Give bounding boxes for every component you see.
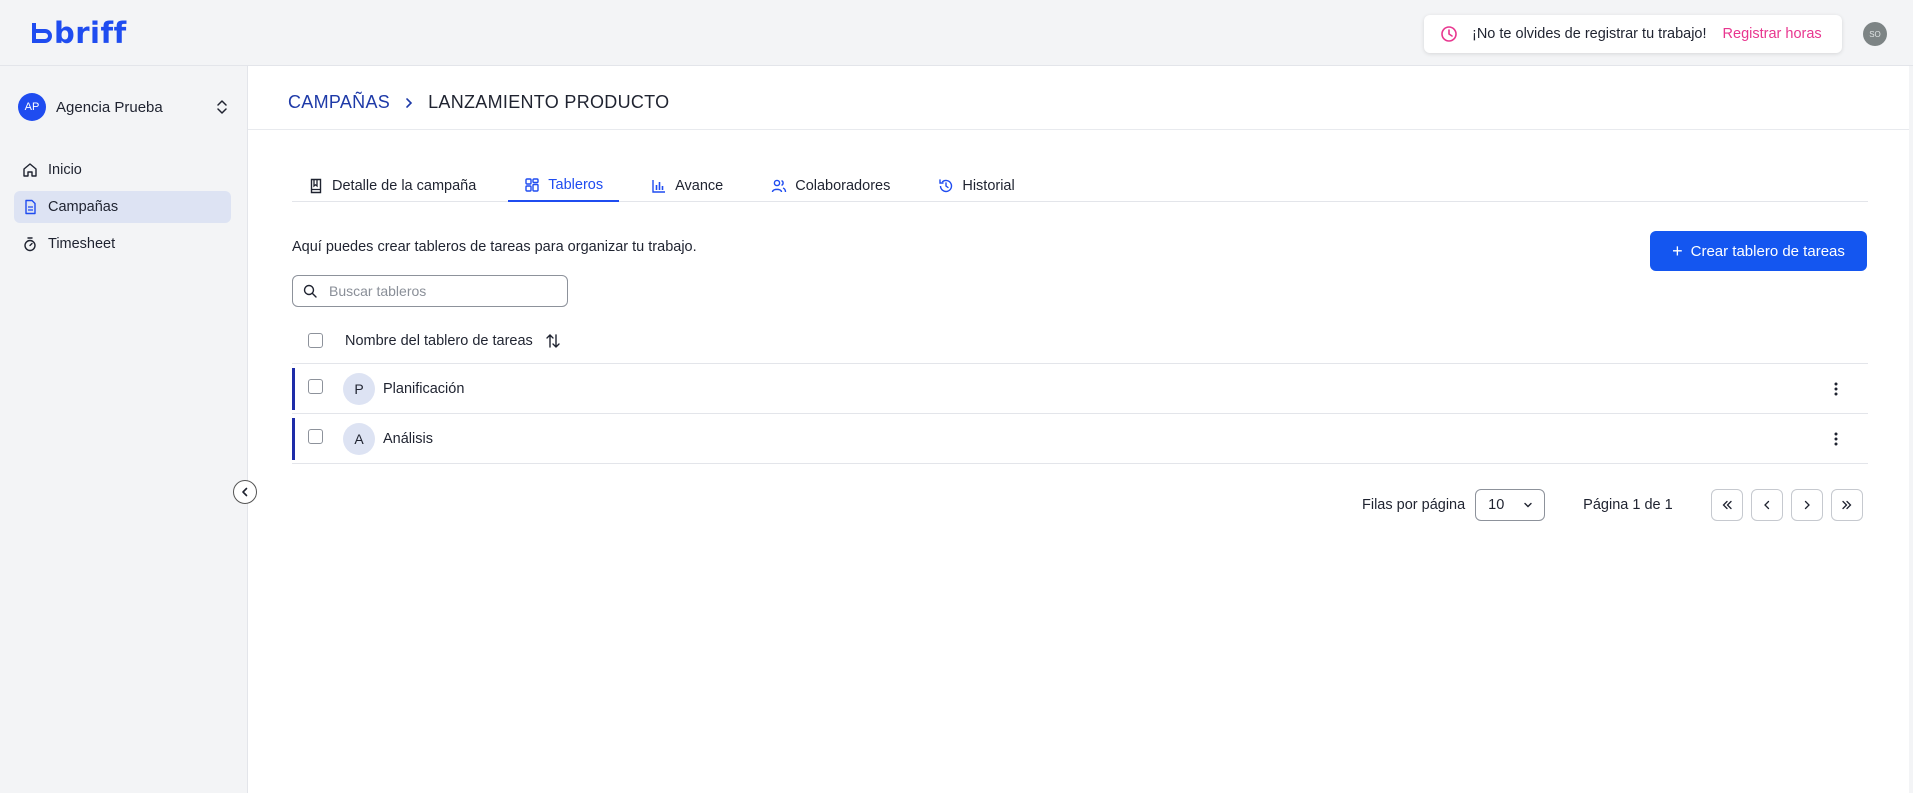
tab-label: Colaboradores bbox=[795, 178, 891, 194]
collapse-sidebar-button[interactable] bbox=[233, 480, 257, 504]
reminder-text: ¡No te olvides de registrar tu trabajo! bbox=[1472, 26, 1707, 42]
stopwatch-icon bbox=[24, 237, 36, 252]
sidebar: AP Agencia Prueba Inicio Campañas Timesh… bbox=[0, 66, 248, 793]
page-title: LANZAMIENTO PRODUCTO bbox=[428, 92, 670, 112]
next-page-button[interactable] bbox=[1790, 489, 1823, 521]
create-board-label: Crear tablero de tareas bbox=[1690, 242, 1845, 260]
table-row[interactable]: P Planificación bbox=[292, 364, 1868, 414]
sidebar-item-campanas[interactable]: Campañas bbox=[14, 191, 231, 223]
first-page-button[interactable] bbox=[1710, 489, 1743, 521]
column-header-name: Nombre del tablero de tareas bbox=[345, 332, 533, 349]
sidebar-item-label: Timesheet bbox=[48, 236, 116, 252]
breadcrumb-campanas-link[interactable]: CAMPAÑAS bbox=[288, 92, 390, 113]
tab-label: Avance bbox=[675, 178, 724, 194]
sidebar-item-timesheet[interactable]: Timesheet bbox=[14, 228, 231, 260]
last-page-button[interactable] bbox=[1830, 489, 1863, 521]
time-reminder-banner: ¡No te olvides de registrar tu trabajo! … bbox=[1424, 15, 1842, 53]
chevron-down-icon bbox=[1524, 502, 1532, 508]
logo-mark-icon bbox=[32, 23, 52, 43]
bar-chart-icon bbox=[652, 180, 666, 193]
rows-per-page-value: 10 bbox=[1488, 497, 1505, 513]
register-hours-link[interactable]: Registrar horas bbox=[1723, 26, 1822, 42]
tab-avance[interactable]: Avance bbox=[635, 170, 739, 202]
sidebar-item-label: Inicio bbox=[48, 162, 82, 178]
top-bar: briff ¡No te olvides de registrar tu tra… bbox=[0, 0, 1913, 66]
tab-colaboradores[interactable]: Colaboradores bbox=[755, 170, 906, 202]
rows-per-page-label: Filas por página bbox=[1362, 497, 1466, 513]
chevron-right-icon bbox=[1804, 500, 1810, 510]
page-info: Página 1 de 1 bbox=[1583, 497, 1673, 513]
plus-icon: + bbox=[1672, 240, 1683, 261]
tab-detalle[interactable]: Detalle de la campaña bbox=[292, 170, 492, 202]
chevron-left-icon bbox=[242, 487, 248, 497]
rows-per-page-select[interactable]: 10 bbox=[1475, 489, 1546, 521]
row-menu-button[interactable] bbox=[1826, 379, 1846, 399]
chevron-right-icon bbox=[406, 97, 413, 108]
table-row[interactable]: A Análisis bbox=[292, 414, 1868, 464]
boards-intro-text: Aquí puedes crear tableros de tareas par… bbox=[292, 239, 697, 255]
sidebar-item-label: Campañas bbox=[48, 199, 119, 215]
create-board-button[interactable]: + Crear tablero de tareas bbox=[1650, 231, 1867, 271]
org-name: Agencia Prueba bbox=[56, 98, 163, 116]
board-avatar: A bbox=[343, 422, 375, 455]
sidebar-nav: Inicio Campañas Timesheet bbox=[14, 154, 231, 265]
row-menu-button[interactable] bbox=[1826, 429, 1846, 449]
clock-icon bbox=[1441, 26, 1457, 42]
campaign-tabs: Detalle de la campaña Tableros Avance Co… bbox=[292, 170, 1868, 202]
row-checkbox[interactable] bbox=[308, 379, 323, 394]
history-icon bbox=[939, 179, 953, 193]
page-buttons bbox=[1710, 489, 1871, 521]
chevrons-right-icon bbox=[1842, 500, 1852, 510]
users-icon bbox=[772, 179, 787, 193]
sort-icon[interactable] bbox=[545, 333, 561, 349]
board-name[interactable]: Análisis bbox=[383, 431, 1826, 447]
org-avatar: AP bbox=[18, 93, 46, 121]
org-switcher[interactable]: AP Agencia Prueba bbox=[18, 92, 230, 122]
tab-label: Historial bbox=[962, 178, 1015, 194]
board-avatar: P bbox=[343, 372, 375, 405]
tab-tableros[interactable]: Tableros bbox=[508, 170, 620, 202]
boards-table: Nombre del tablero de tareas P Planifica… bbox=[292, 318, 1868, 464]
board-search bbox=[292, 275, 568, 307]
chevrons-left-icon bbox=[1722, 500, 1732, 510]
board-name[interactable]: Planificación bbox=[383, 381, 1826, 397]
briff-logo[interactable]: briff bbox=[30, 16, 127, 50]
pagination: Filas por página 10 Página 1 de 1 bbox=[1362, 488, 1872, 522]
chevron-up-down-icon bbox=[217, 100, 227, 114]
tab-label: Tableros bbox=[548, 177, 604, 193]
logo-text: briff bbox=[54, 16, 127, 50]
tab-historial[interactable]: Historial bbox=[922, 170, 1030, 202]
header-divider bbox=[248, 129, 1909, 130]
row-checkbox[interactable] bbox=[308, 429, 323, 444]
user-avatar[interactable]: SO bbox=[1863, 22, 1887, 46]
sidebar-item-inicio[interactable]: Inicio bbox=[14, 154, 231, 186]
more-vertical-icon bbox=[1834, 382, 1838, 395]
main-content: CAMPAÑAS LANZAMIENTO PRODUCTO Detalle de… bbox=[248, 66, 1909, 793]
previous-page-button[interactable] bbox=[1750, 489, 1783, 521]
home-icon bbox=[23, 163, 37, 177]
tab-label: Detalle de la campaña bbox=[332, 178, 477, 194]
more-vertical-icon bbox=[1834, 432, 1838, 445]
search-icon bbox=[303, 284, 317, 298]
chevron-left-icon bbox=[1763, 500, 1769, 510]
grid-icon bbox=[525, 178, 539, 192]
table-header: Nombre del tablero de tareas bbox=[292, 318, 1868, 364]
breadcrumb: CAMPAÑAS LANZAMIENTO PRODUCTO bbox=[288, 92, 669, 113]
book-icon bbox=[310, 178, 322, 194]
select-all-checkbox[interactable] bbox=[308, 333, 323, 348]
search-input[interactable] bbox=[329, 283, 549, 299]
document-icon bbox=[25, 199, 36, 215]
